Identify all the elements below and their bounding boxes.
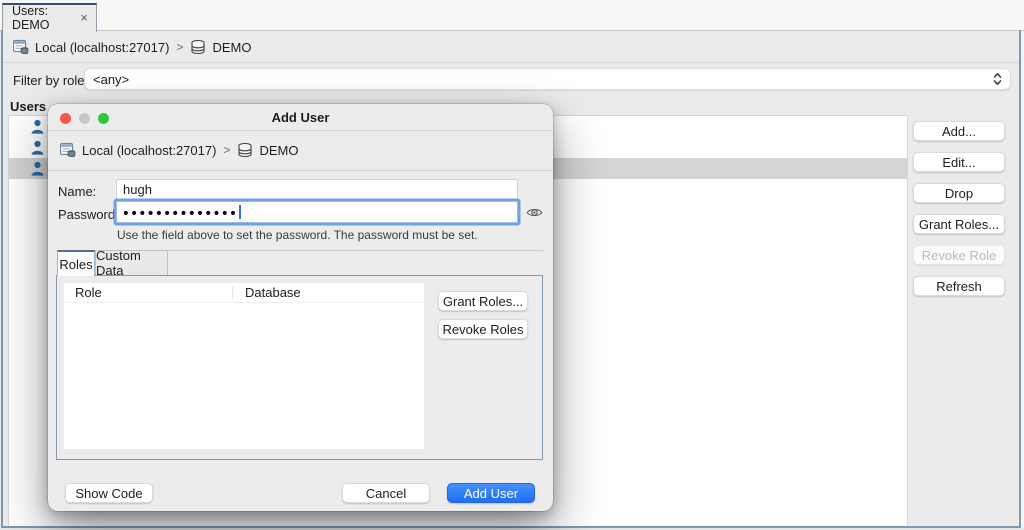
name-label: Name: <box>58 184 96 199</box>
connection-icon <box>60 142 76 158</box>
tab-users-demo[interactable]: Users: DEMO × <box>2 3 97 32</box>
dialog-breadcrumb-connection: Local (localhost:27017) <box>82 143 216 158</box>
dialog-grant-roles-button[interactable]: Grant Roles... <box>438 291 528 311</box>
edit-button[interactable]: Edit... <box>913 152 1005 172</box>
traffic-lights <box>60 113 109 124</box>
column-header-database: Database <box>233 285 301 300</box>
column-header-role: Role <box>64 286 233 300</box>
show-password-button[interactable] <box>525 203 543 221</box>
separator <box>48 170 553 171</box>
password-masked-value: ●●●●●●●●●●●●●● <box>123 207 238 218</box>
breadcrumb-chevron-icon: > <box>222 143 231 157</box>
tab-strip-line <box>168 250 543 251</box>
filter-role-value: <any> <box>93 72 993 87</box>
dialog-revoke-roles-button[interactable]: Revoke Roles <box>438 319 528 339</box>
drop-button[interactable]: Drop <box>913 183 1005 203</box>
add-button[interactable]: Add... <box>913 121 1005 141</box>
database-icon <box>190 39 206 55</box>
connection-icon <box>13 39 29 55</box>
users-panel-title: Users <box>10 99 46 114</box>
eye-icon <box>526 204 543 221</box>
filter-role-label: Filter by role: <box>13 73 88 88</box>
user-icon <box>30 161 45 176</box>
refresh-button[interactable]: Refresh <box>913 276 1005 296</box>
grant-roles-button[interactable]: Grant Roles... <box>913 214 1005 234</box>
tab-bar <box>0 0 1024 31</box>
password-input[interactable]: ●●●●●●●●●●●●●● <box>116 201 518 223</box>
user-icon <box>30 140 45 155</box>
dialog-titlebar[interactable]: Add User <box>48 104 553 131</box>
breadcrumb: Local (localhost:27017) > DEMO <box>13 39 251 55</box>
tab-custom-data[interactable]: Custom Data <box>95 250 168 275</box>
close-traffic-light[interactable] <box>60 113 71 124</box>
dialog-breadcrumb-database: DEMO <box>259 143 298 158</box>
database-icon <box>237 142 253 158</box>
text-caret <box>239 205 241 219</box>
roles-table[interactable]: Role Database <box>64 283 424 449</box>
tab-roles[interactable]: Roles <box>57 250 95 276</box>
tab-title: Users: DEMO <box>12 4 72 32</box>
revoke-role-button: Revoke Role <box>913 245 1005 265</box>
password-hint: Use the field above to set the password.… <box>117 228 478 242</box>
breadcrumb-database: DEMO <box>212 40 251 55</box>
stepper-icon <box>993 72 1002 86</box>
add-user-dialog: Add User Local (localhost:27017) > DEMO … <box>48 104 553 511</box>
filter-role-select[interactable]: <any> <box>84 68 1011 90</box>
breadcrumb-connection: Local (localhost:27017) <box>35 40 169 55</box>
dialog-breadcrumb: Local (localhost:27017) > DEMO <box>60 142 298 158</box>
add-user-button[interactable]: Add User <box>447 483 535 503</box>
password-label: Password: <box>58 207 119 222</box>
roles-table-header: Role Database <box>64 283 424 303</box>
app-window: Users: DEMO × Local (localhost:27017) > … <box>0 0 1024 530</box>
cancel-button[interactable]: Cancel <box>342 483 430 503</box>
tab-close-icon[interactable]: × <box>80 11 88 24</box>
name-input[interactable] <box>116 179 518 200</box>
roles-tab-panel: Role Database Grant Roles... Revoke Role… <box>56 275 543 460</box>
breadcrumb-chevron-icon: > <box>175 40 184 54</box>
zoom-traffic-light[interactable] <box>98 113 109 124</box>
separator <box>3 62 1019 63</box>
dialog-title: Add User <box>272 110 330 125</box>
show-code-button[interactable]: Show Code <box>65 483 153 503</box>
minimize-traffic-light <box>79 113 90 124</box>
user-icon <box>30 119 45 134</box>
